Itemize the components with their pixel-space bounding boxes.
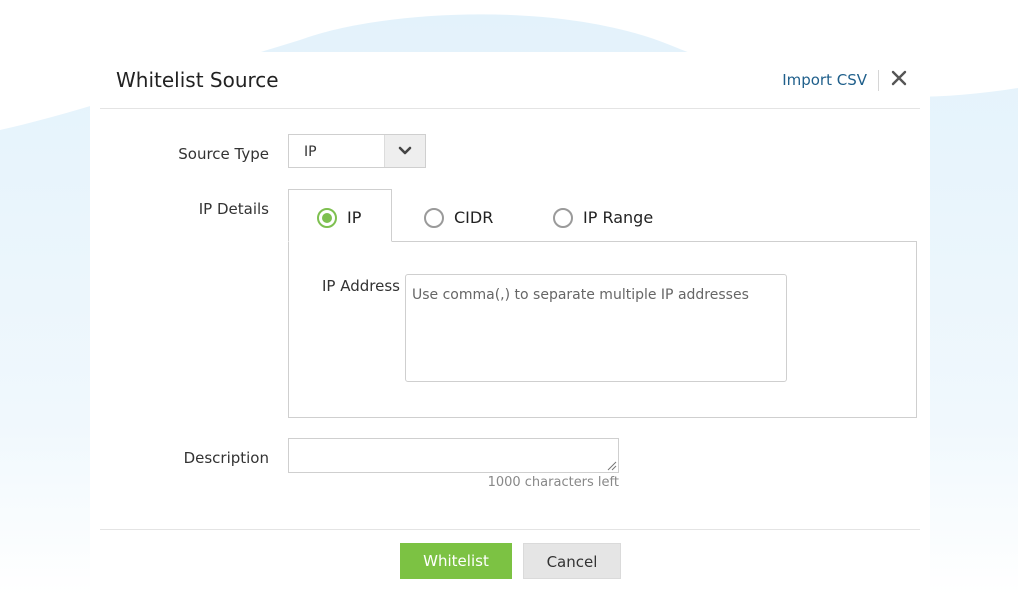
source-type-select[interactable]: IP <box>288 134 426 168</box>
whitelist-button[interactable]: Whitelist <box>400 543 512 579</box>
ip-address-input[interactable] <box>405 274 787 382</box>
whitelist-source-dialog: Whitelist Source Import CSV Source Type … <box>90 52 930 596</box>
header-divider <box>878 70 879 91</box>
source-type-label: Source Type <box>178 145 269 163</box>
source-type-value: IP <box>304 144 317 160</box>
radio-unchecked-icon <box>553 208 573 228</box>
char-count: 1000 characters left <box>487 475 619 490</box>
description-label: Description <box>183 449 269 467</box>
radio-cidr-label: CIDR <box>454 208 494 227</box>
select-arrow[interactable] <box>384 135 425 167</box>
active-tab-box <box>288 189 392 242</box>
dialog-header: Whitelist Source Import CSV <box>100 52 920 109</box>
close-icon[interactable] <box>890 69 908 87</box>
ip-address-label: IP Address <box>322 277 400 295</box>
footer-divider <box>100 529 920 530</box>
import-csv-link[interactable]: Import CSV <box>782 71 867 89</box>
resize-grip-icon[interactable] <box>607 461 617 471</box>
radio-checked-icon <box>317 208 337 228</box>
radio-unchecked-icon <box>424 208 444 228</box>
ip-details-label: IP Details <box>198 200 269 218</box>
dialog-title: Whitelist Source <box>116 68 279 92</box>
chevron-down-icon <box>398 146 412 155</box>
radio-ip-range-label: IP Range <box>583 208 654 227</box>
cancel-button[interactable]: Cancel <box>523 543 621 579</box>
radio-ip-label: IP <box>347 208 362 227</box>
description-input[interactable] <box>288 438 619 473</box>
